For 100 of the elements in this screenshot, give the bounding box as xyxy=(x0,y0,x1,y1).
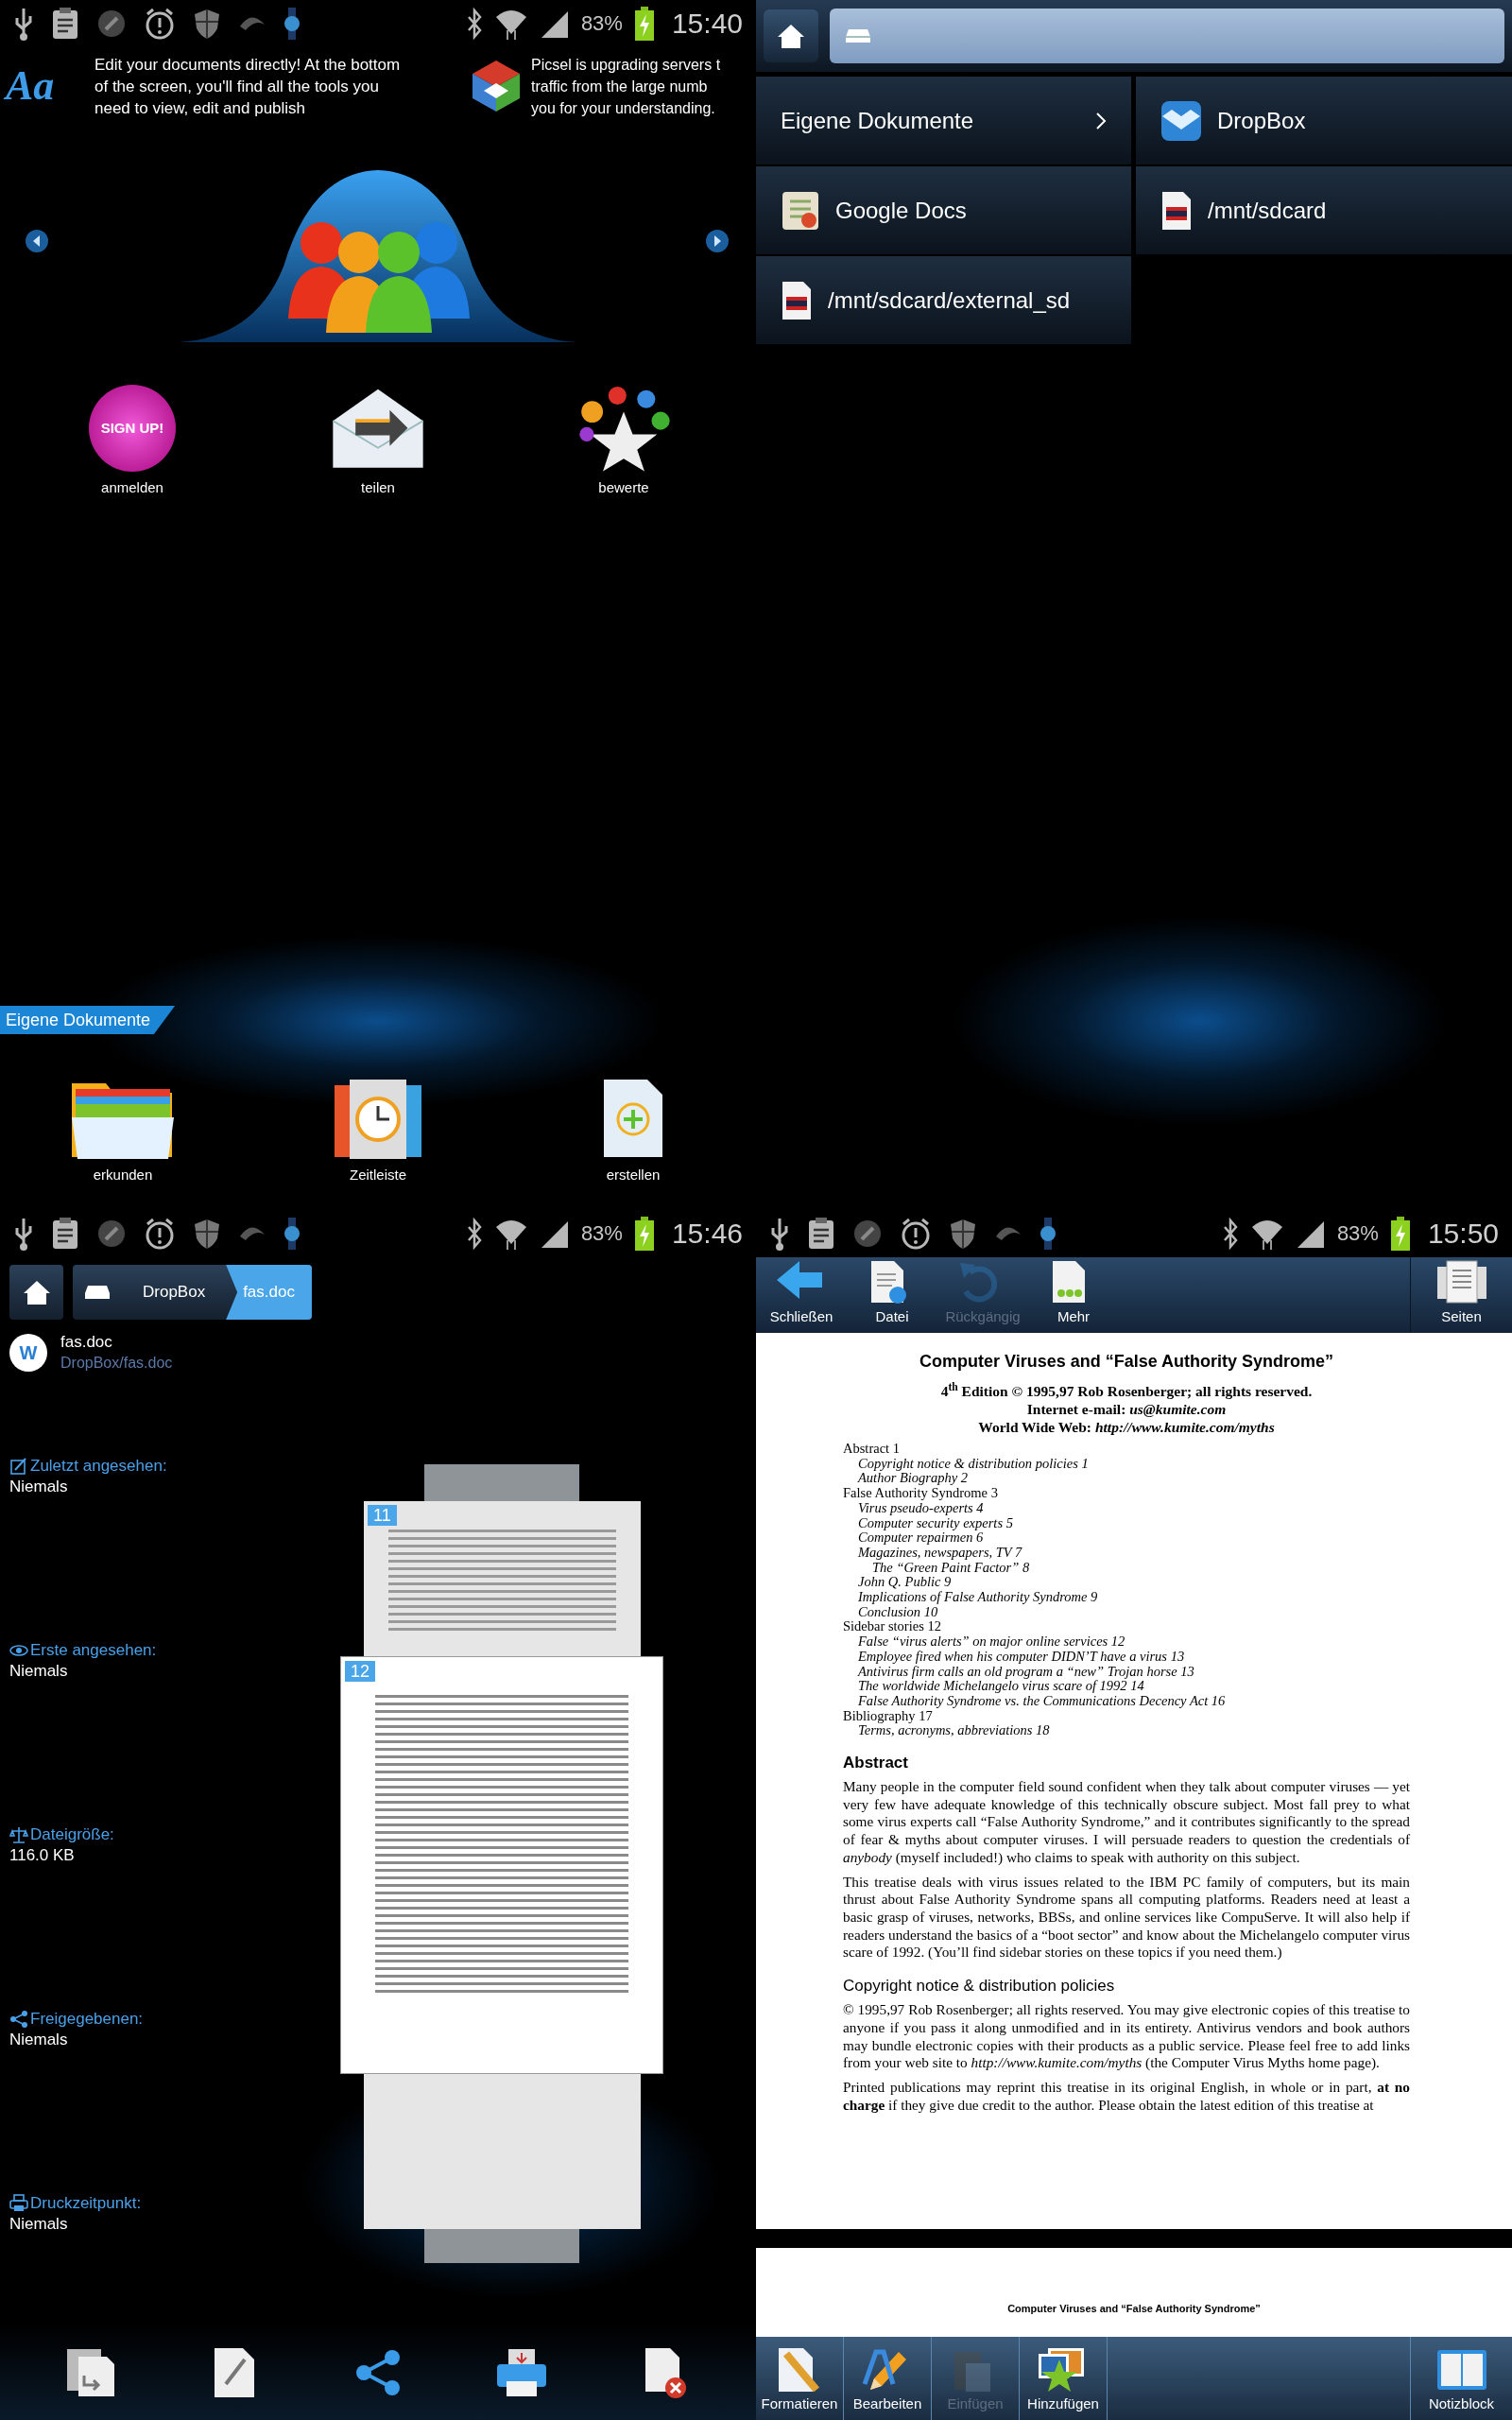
scale-icon xyxy=(9,1825,28,1844)
paragraph: Printed publications may reprint this treatise in its original English, in whole or in part, at no charge if they give due credit to the author. Please obtain the latest edition of this treatise at xyxy=(843,2078,1410,2115)
toolbar-button[interactable]: Notizblock xyxy=(1411,2337,1512,2420)
usb-icon xyxy=(13,1217,34,1251)
drive-icon xyxy=(845,28,871,43)
toc-entry[interactable]: Computer security experts 5 xyxy=(843,1515,1410,1531)
battery-icon xyxy=(633,7,655,41)
toolbar-button[interactable]: Mehr xyxy=(1028,1257,1119,1333)
info-value: Niemals xyxy=(9,1661,69,1682)
toc-entry[interactable]: Abstract 1 xyxy=(843,1442,1410,1457)
toc-entry[interactable]: Bibliography 17 xyxy=(843,1708,1410,1724)
edit-icon xyxy=(9,1457,28,1476)
watch-icon xyxy=(284,8,301,40)
toc-entry[interactable]: False Authority Syndrome 3 xyxy=(843,1486,1410,1501)
bluetooth-icon xyxy=(465,1218,483,1250)
toc-entry[interactable]: Author Biography 2 xyxy=(843,1471,1410,1487)
toc-entry[interactable]: Antivirus firm calls an old program a “new” Trojan horse 13 xyxy=(843,1664,1410,1680)
section-tab[interactable]: Eigene Dokumente xyxy=(0,1006,176,1034)
clock-time: 15:46 xyxy=(671,1219,743,1248)
toc-entry[interactable]: The “Green Paint Factor” 8 xyxy=(843,1560,1410,1576)
shield-icon xyxy=(193,1218,221,1250)
toc-entry[interactable]: Computer repairmen 6 xyxy=(843,1530,1410,1546)
clock-time: 15:40 xyxy=(671,9,743,38)
battery-percentage: 83% xyxy=(580,13,623,34)
path-field[interactable] xyxy=(830,9,1504,63)
toc-entry[interactable]: Virus pseudo-experts 4 xyxy=(843,1500,1410,1516)
share-icon[interactable] xyxy=(354,2349,402,2396)
notification-text: of the screen, you'll find all the tools you xyxy=(94,76,380,97)
round-icon xyxy=(96,9,127,39)
toolbar-button[interactable]: Bearbeiten xyxy=(844,2337,932,2420)
share-icon xyxy=(9,2010,28,2029)
notification-text: Edit your documents directly! At the bottom xyxy=(94,54,401,76)
breadcrumb-item[interactable]: DropBox xyxy=(122,1265,227,1320)
info-label: Dateigröße: xyxy=(30,1824,114,1845)
sd-card-icon xyxy=(781,279,813,321)
wifi-icon xyxy=(1249,1218,1284,1250)
wifi-icon xyxy=(493,1218,528,1250)
location-item[interactable]: Eigene Dokumente xyxy=(756,77,1131,164)
toc-entry[interactable]: John Q. Public 9 xyxy=(843,1575,1410,1591)
info-label: Zuletzt angesehen: xyxy=(30,1456,167,1477)
toc-entry[interactable]: Implications of False Authority Syndrome 9 xyxy=(843,1590,1410,1605)
home-button[interactable] xyxy=(764,9,818,62)
signup-badge[interactable]: SIGN UP! xyxy=(89,385,176,472)
battery-icon xyxy=(633,1217,655,1251)
toc-entry[interactable]: False Authority Syndrome vs. the Communications Decency Act 16 xyxy=(843,1693,1410,1709)
toc-entry[interactable]: Employee fired when his computer DIDN’T have a virus 13 xyxy=(843,1649,1410,1665)
toc-entry[interactable]: Magazines, newspapers, TV 7 xyxy=(843,1545,1410,1561)
watch-icon xyxy=(1040,1218,1057,1250)
wifi-icon xyxy=(493,8,528,40)
info-value: Niemals xyxy=(9,1477,69,1497)
file-name: fas.doc xyxy=(60,1332,113,1353)
notification-text: traffic from the large numb xyxy=(531,77,709,96)
toc-entry[interactable]: False “virus alerts” on major online services 12 xyxy=(843,1634,1410,1650)
paragraph: © 1995,97 Rob Rosenberger; all rights reserved. You may give electronic copies of this treatise to anyone if you pass it along unmodified and in its entirety. Antivirus vendors and book authors may bundle electronic copies with their products as a public service. Please feel free to add links from your web site to http://www.kumite.com/myths (the Computer Virus Myths home page). xyxy=(843,2001,1410,2072)
paragraph: Many people in the computer field sound confident when they talk about computer viruses — yet very few have adequate knowledge of this technically obscure subject. Most fall prey to what some virus experts call “False Authority Syndrome,” and it contributes significantly to the spread of fear & myths about computer viruses. I will persuade readers to question the credentials of anybody (myself included!) who claims to speak with authority on this subject. xyxy=(843,1778,1410,1867)
location-item[interactable]: DropBox xyxy=(1136,77,1512,164)
bluetooth-icon xyxy=(465,8,483,40)
location-item[interactable]: /mnt/sdcard xyxy=(1136,166,1512,254)
toolbar-button[interactable]: Datei xyxy=(847,1257,937,1333)
toc-entry[interactable]: Terms, acronyms, abbreviations 18 xyxy=(843,1723,1410,1739)
notification-text: you for your understanding. xyxy=(531,98,716,118)
clipboard-icon xyxy=(807,1217,835,1251)
file-path: DropBox/fas.doc xyxy=(60,1354,173,1373)
chevron-right-icon xyxy=(1095,111,1107,130)
shortcut-label: Zeitleiste xyxy=(350,1166,406,1184)
document-subtitle: World Wide Web: http://www.kumite.com/myths xyxy=(978,1418,1275,1436)
home-button[interactable] xyxy=(9,1265,63,1320)
info-value: 116.0 KB xyxy=(9,1845,76,1866)
home-icon xyxy=(777,23,805,49)
toolbar-button[interactable]: Seiten xyxy=(1411,1257,1512,1333)
toolbar-button[interactable]: Schließen xyxy=(756,1257,847,1333)
battery-icon xyxy=(1389,1217,1411,1251)
page-header-text: Computer Viruses and “False Authority Syndrome” xyxy=(1007,2301,1261,2316)
notification-text: need to view, edit and publish xyxy=(94,97,307,119)
toc-entry[interactable]: The worldwide Michelangelo virus scare of 1992 14 xyxy=(843,1679,1410,1694)
printer-icon[interactable] xyxy=(495,2347,548,2398)
page-number: 12 xyxy=(345,1661,376,1682)
pages-icon xyxy=(1435,1258,1488,1305)
shortcut-label: erstellen xyxy=(606,1166,661,1184)
toolbar-button[interactable]: Formatieren xyxy=(756,2337,844,2420)
dropbox-icon xyxy=(1160,99,1202,142)
info-label: Freigegebenen: xyxy=(30,2009,144,2030)
alarm-icon xyxy=(144,7,176,41)
battery-percentage: 83% xyxy=(1336,1223,1379,1244)
toc-entry[interactable]: Sidebar stories 12 xyxy=(843,1619,1410,1635)
toc-entry[interactable]: Conclusion 10 xyxy=(843,1604,1410,1620)
word-document-icon: W xyxy=(9,1334,47,1372)
location-item[interactable]: /mnt/sdcard/external_sd xyxy=(756,256,1131,344)
usb-icon xyxy=(769,1217,790,1251)
home-icon xyxy=(22,1279,51,1305)
usb-icon xyxy=(13,7,34,41)
bluetooth-icon xyxy=(1221,1218,1239,1250)
copy-document-icon[interactable] xyxy=(65,2347,116,2398)
section-heading: Copyright notice & distribution policies xyxy=(843,1976,1116,1997)
location-item[interactable]: Google Docs xyxy=(756,166,1131,254)
app-label: anmelden xyxy=(101,477,163,497)
toc-entry[interactable]: Copyright notice & distribution policies 1 xyxy=(843,1456,1410,1472)
toolbar-button[interactable]: Hinzufügen xyxy=(1020,2337,1108,2420)
info-label: Druckzeitpunkt: xyxy=(30,2193,142,2214)
sd-card-icon xyxy=(1160,189,1193,232)
